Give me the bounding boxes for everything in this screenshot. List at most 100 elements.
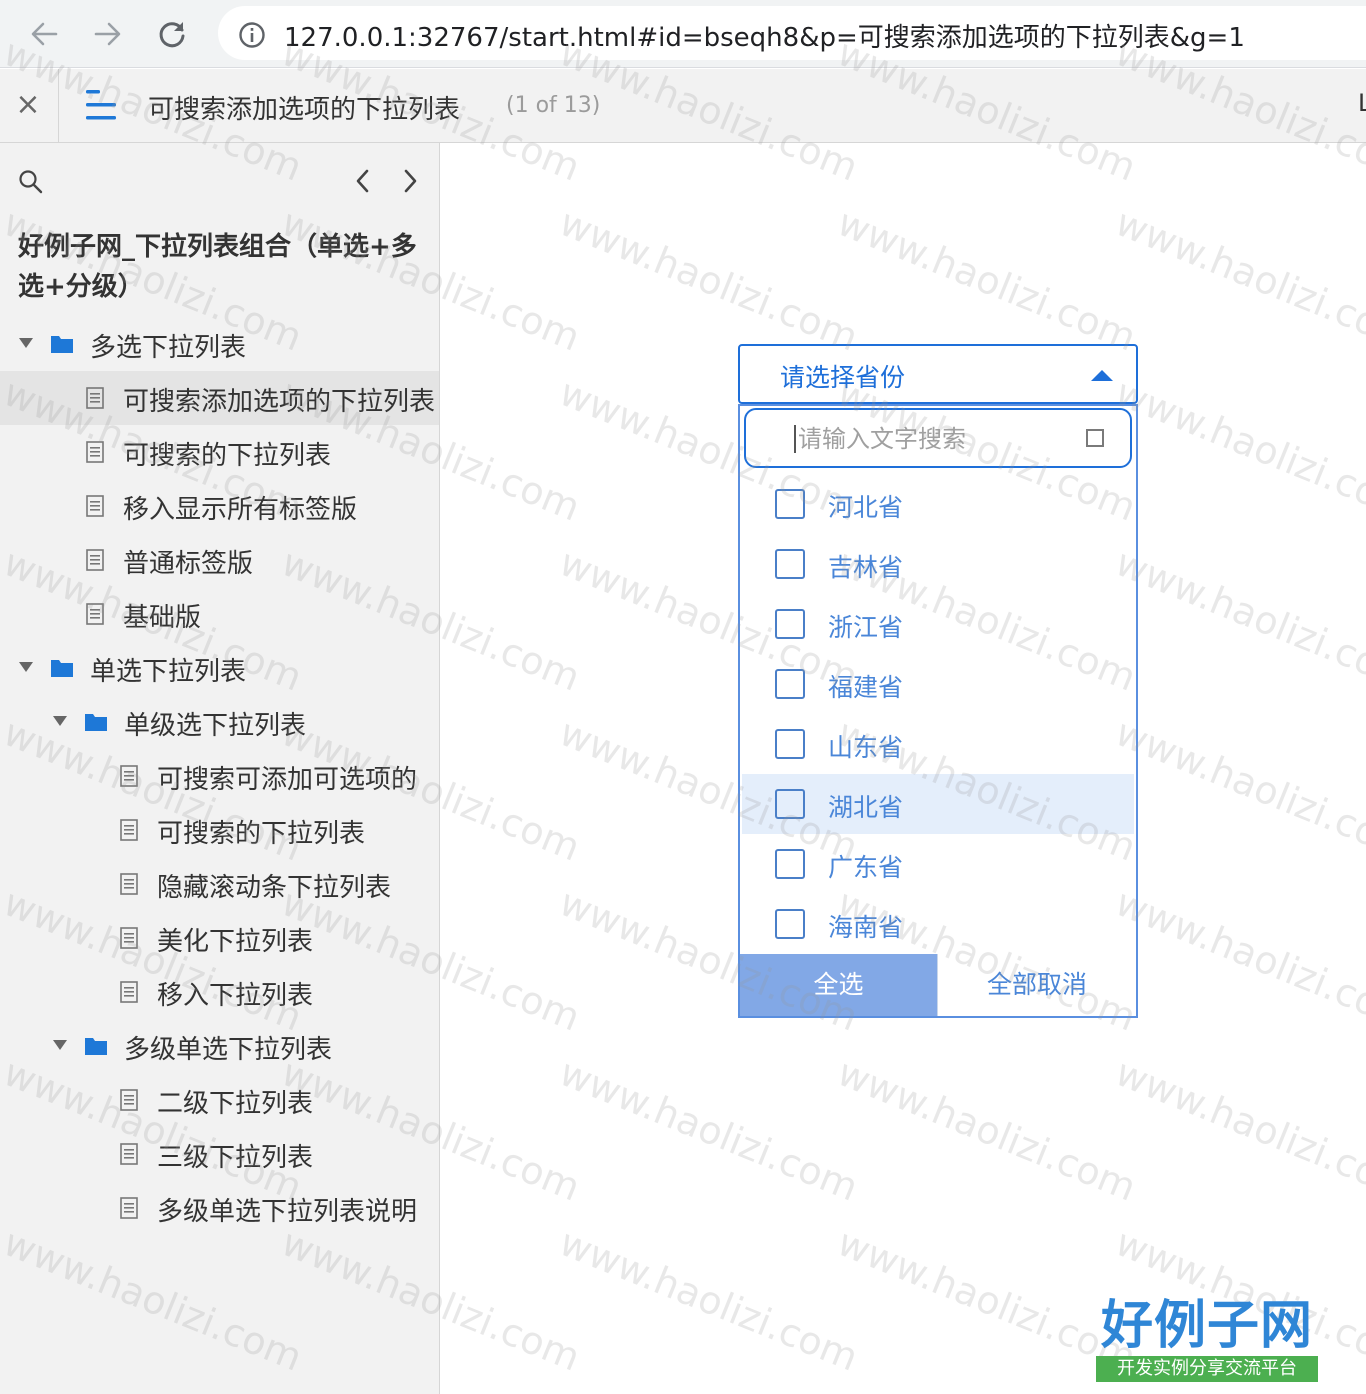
option-label: 山东省 [828, 733, 904, 762]
url-text[interactable]: 127.0.0.1:32767/start.html#id=bseqh8&p=可… [284, 17, 1245, 54]
page-icon [86, 387, 104, 409]
option-checkbox[interactable] [775, 849, 805, 879]
folder-icon [51, 336, 73, 353]
watermark-text: www.haolizi.com [831, 200, 1143, 360]
page-count: (1 of 13) [506, 93, 601, 118]
folder-icon [51, 660, 73, 677]
option-checkbox[interactable] [775, 549, 805, 579]
page-icon [120, 927, 138, 949]
address-bar[interactable]: 127.0.0.1:32767/start.html#id=bseqh8&p=可… [218, 6, 1366, 60]
option-checkbox[interactable] [775, 489, 805, 519]
page-icon [120, 981, 138, 1003]
sitemap-page[interactable]: 可搜索的下拉列表 [0, 425, 439, 479]
sitemap-page-label: 多级单选下拉列表说明 [157, 1197, 418, 1227]
sitemap-page-label: 普通标签版 [123, 549, 254, 579]
folder-icon [85, 1038, 107, 1055]
page-icon [120, 819, 138, 841]
dropdown-option[interactable]: 山东省 [742, 714, 1134, 774]
option-checkbox[interactable] [775, 609, 805, 639]
dropdown-search-input[interactable] [796, 420, 1060, 458]
caret-down-icon[interactable] [52, 1039, 68, 1051]
add-option-checkbox-icon[interactable] [1086, 429, 1104, 447]
watermark-text: www.haolizi.com [1109, 370, 1366, 530]
dropdown-option[interactable]: 海南省 [742, 894, 1134, 954]
dropdown-option[interactable]: 吉林省 [742, 534, 1134, 594]
sitemap-page[interactable]: 美化下拉列表 [0, 911, 439, 965]
sitemap-page-label: 可搜索添加选项的下拉列表 [123, 387, 436, 417]
select-all-button[interactable]: 全选 [740, 954, 937, 1016]
chevron-left-icon[interactable] [350, 167, 376, 195]
watermark-text: www.haolizi.com [553, 1220, 865, 1380]
option-label: 湖北省 [828, 793, 904, 822]
sitemap-page-label: 三级下拉列表 [157, 1143, 314, 1173]
page-icon [120, 1143, 138, 1165]
sitemap-page[interactable]: 普通标签版 [0, 533, 439, 587]
sitemap-folder-label: 多级单选下拉列表 [124, 1035, 333, 1065]
search-icon[interactable] [18, 169, 44, 195]
province-dropdown-header[interactable]: 请选择省份 [738, 344, 1138, 404]
page-icon [120, 765, 138, 787]
caret-up-icon[interactable] [1090, 368, 1114, 382]
sitemap-folder[interactable]: 单级选下拉列表 [0, 695, 439, 749]
sitemap-page-label: 二级下拉列表 [157, 1089, 314, 1119]
sitemap-folder[interactable]: 单选下拉列表 [0, 641, 439, 695]
option-label: 海南省 [828, 913, 904, 942]
prototype-toolbar: × 可搜索添加选项的下拉列表 (1 of 13) L [0, 69, 1366, 143]
caret-down-icon[interactable] [18, 661, 34, 673]
option-checkbox[interactable] [775, 729, 805, 759]
page-icon [120, 1197, 138, 1219]
sitemap-folder[interactable]: 多选下拉列表 [0, 317, 439, 371]
dropdown-option[interactable]: 河北省 [742, 474, 1134, 534]
watermark-text: www.haolizi.com [553, 200, 865, 360]
deselect-all-button[interactable]: 全部取消 [937, 954, 1136, 1016]
option-label: 河北省 [828, 493, 904, 522]
watermark-text: www.haolizi.com [1109, 1050, 1366, 1210]
close-sidebar-button[interactable]: × [8, 83, 48, 127]
sitemap-page[interactable]: 移入下拉列表 [0, 965, 439, 1019]
toolbar-cutoff-glyph: L [1358, 89, 1366, 117]
dropdown-option[interactable]: 福建省 [742, 654, 1134, 714]
option-checkbox[interactable] [775, 789, 805, 819]
dropdown-option[interactable]: 广东省 [742, 834, 1134, 894]
option-checkbox[interactable] [775, 669, 805, 699]
forward-button[interactable] [88, 14, 128, 54]
chevron-right-icon[interactable] [397, 167, 423, 195]
dropdown-option[interactable]: 湖北省 [742, 774, 1134, 834]
page-icon [120, 1089, 138, 1111]
watermark-text: www.haolizi.com [1109, 710, 1366, 870]
reload-button[interactable] [152, 14, 192, 54]
hamburger-menu-icon[interactable] [84, 87, 120, 123]
browser-toolbar: 127.0.0.1:32767/start.html#id=bseqh8&p=可… [0, 0, 1366, 68]
sitemap-page[interactable]: 移入显示所有标签版 [0, 479, 439, 533]
arrow-right-icon [94, 22, 121, 46]
folder-icon [85, 714, 107, 731]
page-icon [86, 603, 104, 625]
info-icon[interactable] [238, 21, 266, 49]
page-icon [120, 873, 138, 895]
site-logo: 好例子网 开发实例分享交流平台 [1094, 1296, 1320, 1386]
arrow-left-icon [31, 22, 58, 46]
option-checkbox[interactable] [775, 909, 805, 939]
sitemap-page[interactable]: 二级下拉列表 [0, 1073, 439, 1127]
logo-title: 好例子网 [1100, 1295, 1313, 1356]
page-title: 可搜索添加选项的下拉列表 [148, 95, 461, 125]
sitemap-page[interactable]: 可搜索可添加可选项的 [0, 749, 439, 803]
dropdown-option[interactable]: 浙江省 [742, 594, 1134, 654]
watermark-text: www.haolizi.com [831, 1050, 1143, 1210]
caret-down-icon[interactable] [18, 337, 34, 349]
sitemap-folder[interactable]: 多级单选下拉列表 [0, 1019, 439, 1073]
sitemap-page[interactable]: 基础版 [0, 587, 439, 641]
sitemap-page[interactable]: 可搜索添加选项的下拉列表 [0, 371, 439, 425]
dropdown-search-field[interactable] [744, 408, 1132, 468]
sitemap-page-label: 移入下拉列表 [157, 981, 314, 1011]
sitemap-page[interactable]: 三级下拉列表 [0, 1127, 439, 1181]
caret-down-icon[interactable] [52, 715, 68, 727]
back-button[interactable] [24, 14, 64, 54]
sitemap-page[interactable]: 隐藏滚动条下拉列表 [0, 857, 439, 911]
sitemap-page[interactable]: 可搜索的下拉列表 [0, 803, 439, 857]
sitemap-page[interactable]: 多级单选下拉列表说明 [0, 1181, 439, 1235]
option-label: 福建省 [828, 673, 904, 702]
sitemap-folder-label: 单级选下拉列表 [124, 711, 307, 741]
sitemap-page-label: 可搜索的下拉列表 [157, 819, 366, 849]
project-title: 好例子网_下拉列表组合（单选+多选+分级） [18, 232, 417, 302]
